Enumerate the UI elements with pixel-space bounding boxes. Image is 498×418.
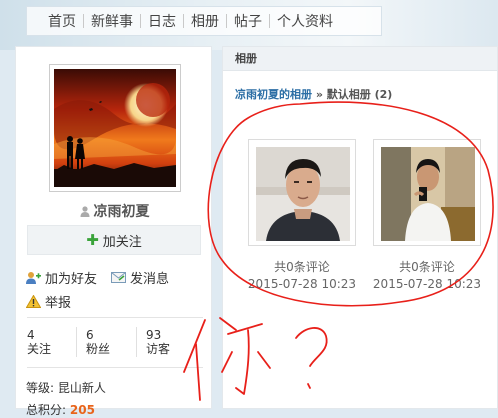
stat-value: 6 — [86, 328, 94, 342]
nav-profile[interactable]: 个人资料 — [270, 11, 340, 31]
panel-title: 相册 — [223, 47, 497, 71]
nav-blog[interactable]: 日志 — [141, 11, 183, 31]
user-points: 总积分: 205 — [26, 401, 95, 418]
photo-thumbnail[interactable] — [373, 139, 481, 246]
report-button[interactable]: 举报 — [26, 292, 71, 311]
profile-username: 凉雨初夏 — [93, 204, 150, 220]
message-icon — [111, 272, 126, 283]
breadcrumb-separator: » — [315, 88, 323, 101]
user-icon — [80, 206, 89, 217]
photo-comment-count[interactable]: 共0条评论 — [367, 259, 487, 275]
points-label: 总积分: — [26, 403, 67, 417]
send-message-label: 发消息 — [130, 272, 170, 287]
photo-thumbnail[interactable] — [248, 139, 356, 246]
stat-divider — [76, 327, 77, 357]
stat-value: 4 — [27, 328, 35, 342]
follow-button[interactable]: ✚ 加关注 — [27, 225, 201, 255]
stat-label: 粉丝 — [86, 342, 111, 356]
user-level: 等级: 昆山新人 — [26, 379, 106, 396]
add-friend-icon — [26, 272, 41, 284]
warning-icon — [26, 295, 41, 308]
photo-date: 2015-07-28 10:23 — [247, 277, 357, 291]
send-message-button[interactable]: 发消息 — [111, 268, 169, 287]
profile-sidebar: 凉雨初夏 ✚ 加关注 加为好友 发消息 举报 4 关注 6 粉丝 93 访客 等… — [15, 46, 213, 417]
breadcrumb: 凉雨初夏的相册 » 默认相册 (2) — [235, 86, 392, 102]
stat-divider — [136, 327, 137, 357]
nav-posts[interactable]: 帖子 — [227, 11, 269, 31]
nav-home[interactable]: 首页 — [41, 11, 83, 31]
nav-news[interactable]: 新鲜事 — [84, 11, 140, 31]
report-label: 举报 — [45, 296, 72, 311]
stat-value: 93 — [146, 328, 162, 342]
profile-username-row: 凉雨初夏 — [16, 201, 213, 221]
stat-label: 访客 — [146, 342, 171, 356]
nav-album[interactable]: 相册 — [184, 11, 226, 31]
add-friend-button[interactable]: 加为好友 — [26, 268, 97, 287]
photo-image — [256, 147, 350, 241]
album-panel: 相册 凉雨初夏的相册 » 默认相册 (2) 共0条评论 2015-07-28 1… — [222, 46, 498, 409]
photo-comment-count[interactable]: 共0条评论 — [242, 259, 362, 275]
avatar[interactable] — [49, 64, 181, 192]
divider — [27, 317, 203, 318]
top-nav: 首页 新鲜事 日志 相册 帖子 个人资料 — [26, 6, 382, 36]
points-value: 205 — [69, 403, 95, 417]
stat-following[interactable]: 4 关注 — [27, 328, 51, 356]
avatar-image — [54, 69, 176, 187]
divider — [27, 367, 203, 368]
photo-image — [381, 147, 475, 241]
plus-icon: ✚ — [86, 231, 99, 249]
stat-label: 关注 — [27, 342, 52, 356]
follow-button-label: 加关注 — [102, 234, 142, 250]
stat-fans[interactable]: 6 粉丝 — [86, 328, 110, 356]
level-value: 昆山新人 — [57, 381, 106, 395]
level-label: 等级: — [26, 381, 55, 395]
breadcrumb-current: 默认相册 (2) — [326, 88, 393, 101]
breadcrumb-owner-link[interactable]: 凉雨初夏的相册 — [235, 88, 312, 101]
photo-date: 2015-07-28 10:23 — [372, 277, 482, 291]
add-friend-label: 加为好友 — [45, 272, 98, 287]
stat-visitors[interactable]: 93 访客 — [146, 328, 170, 356]
